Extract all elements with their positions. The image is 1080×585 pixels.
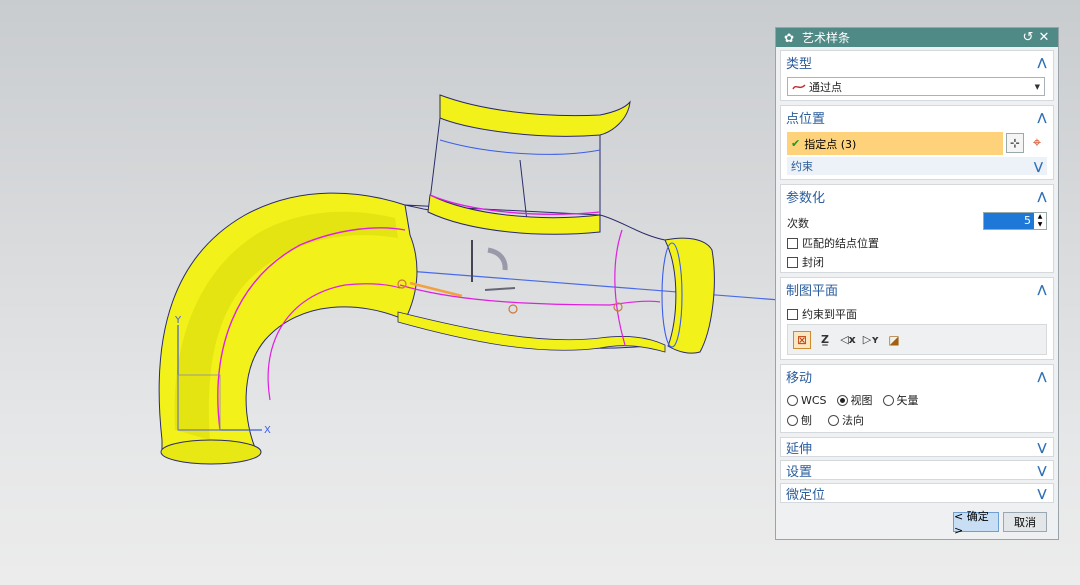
plane-label: 刨 <box>801 414 812 427</box>
type-section-label: 类型 <box>786 56 813 72</box>
plane-radio[interactable] <box>787 414 798 426</box>
handle-rotate <box>487 247 508 271</box>
point-position-section: 点位置 ⋀ ✔ 指定点 (3) ⊹ ⌖ 约束 ⋁ <box>780 105 1054 180</box>
chevron-down-icon[interactable]: ⋁ <box>1034 160 1043 173</box>
dialog-title: 艺术样条 <box>802 31 851 45</box>
constrain-plane-checkbox[interactable] <box>787 308 798 320</box>
reset-icon[interactable]: ↺ <box>1020 30 1036 45</box>
dialog-title-bar[interactable]: ✿ 艺术样条 ↺ ✕ <box>776 28 1058 47</box>
point-inferred-icon[interactable]: ⌖ <box>1027 133 1047 153</box>
point-position-label: 点位置 <box>786 111 826 127</box>
settings-section[interactable]: 设置 ⋁ <box>780 460 1054 480</box>
fine-position-section[interactable]: 微定位 ⋁ <box>780 483 1054 503</box>
constrain-plane-row[interactable]: 约束到平面 <box>787 306 857 322</box>
normal-radio[interactable] <box>828 414 839 426</box>
yz-plane-icon[interactable]: ◁x <box>839 331 857 349</box>
top-branch-curve <box>439 139 601 155</box>
parameterization-section: 参数化 ⋀ 次数 5 ▲ ▼ 匹配的结点位置 封闭 <box>780 184 1054 273</box>
spline-type-icon <box>792 83 806 89</box>
dropdown-arrow-icon: ▼ <box>1034 82 1040 91</box>
chevron-down-icon[interactable]: ⋁ <box>1035 487 1049 500</box>
type-select-value: 通过点 <box>809 80 842 94</box>
vector-radio[interactable] <box>882 394 894 406</box>
constraint-label: 约束 <box>791 160 813 173</box>
specify-point-label: 指定点 (3) <box>804 137 857 151</box>
degree-row: 次数 <box>787 215 809 231</box>
move-section: 移动 ⋀ WCS 视图 矢量 刨 法向 <box>780 364 1054 433</box>
chevron-up-icon[interactable]: ⋀ <box>1035 190 1049 203</box>
right-flange <box>664 237 715 354</box>
drawing-plane-section: 制图平面 ⋀ 约束到平面 ⊠ Z̲ ◁x ▷ʏ ◪ <box>780 277 1054 360</box>
degree-input[interactable]: 5 <box>984 213 1034 229</box>
xz-plane-icon[interactable]: ▷ʏ <box>862 331 880 349</box>
wcs-radio[interactable] <box>787 394 798 406</box>
move-options-row-1: WCS 视图 矢量 <box>787 392 929 408</box>
chevron-down-icon[interactable]: ⋁ <box>1035 441 1049 454</box>
settings-label: 设置 <box>786 465 813 480</box>
extend-label: 延伸 <box>786 442 813 457</box>
view-plane-icon[interactable]: ⊠ <box>793 330 811 349</box>
view-label: 视图 <box>850 394 873 407</box>
xy-plane-icon[interactable]: Z̲ <box>816 331 834 349</box>
wcs-label: WCS <box>801 393 827 407</box>
constrain-plane-label: 约束到平面 <box>802 308 857 321</box>
close-icon[interactable]: ✕ <box>1036 30 1052 45</box>
chevron-up-icon[interactable]: ⋀ <box>1035 111 1049 124</box>
type-section: 类型 ⋀ 通过点 ▼ <box>780 50 1054 101</box>
specified-plane-icon[interactable]: ◪ <box>885 331 903 349</box>
closed-checkbox[interactable] <box>787 256 798 268</box>
drawing-plane-label: 制图平面 <box>786 283 839 299</box>
constraint-row[interactable]: 约束 ⋁ <box>787 157 1047 175</box>
wcs-y-label: Y <box>174 315 182 326</box>
vector-label: 矢量 <box>896 394 919 407</box>
extend-header[interactable]: 延伸 ⋁ <box>781 438 1053 457</box>
closed-row[interactable]: 封闭 <box>787 254 824 270</box>
view-radio[interactable] <box>836 394 848 406</box>
type-section-header[interactable]: 类型 ⋀ <box>781 51 1053 73</box>
chevron-down-icon[interactable]: ⋁ <box>1035 464 1049 477</box>
match-knots-label: 匹配的结点位置 <box>802 237 879 250</box>
match-knots-row[interactable]: 匹配的结点位置 <box>787 235 879 251</box>
top-branch-rim <box>439 94 631 137</box>
gear-icon: ✿ <box>783 30 795 45</box>
plane-icon-bar: ⊠ Z̲ ◁x ▷ʏ ◪ <box>787 324 1047 355</box>
move-label: 移动 <box>786 370 813 386</box>
fine-position-label: 微定位 <box>786 488 826 503</box>
chevron-up-icon[interactable]: ⋀ <box>1035 283 1049 296</box>
elbow-end-rim <box>160 439 262 465</box>
drawing-plane-header[interactable]: 制图平面 ⋀ <box>781 278 1053 300</box>
specify-point-row[interactable]: ✔ 指定点 (3) <box>787 132 1003 155</box>
chevron-up-icon[interactable]: ⋀ <box>1035 56 1049 69</box>
spline-point-2[interactable] <box>508 304 518 314</box>
cancel-button[interactable]: 取消 <box>1003 512 1047 532</box>
spinner-arrows-icon[interactable]: ▲ ▼ <box>1034 213 1046 229</box>
art-spline-dialog: ✿ 艺术样条 ↺ ✕ 类型 ⋀ 通过点 ▼ 点位置 ⋀ ✔ 指定点 (3) ⊹ … <box>775 27 1059 540</box>
settings-header[interactable]: 设置 ⋁ <box>781 461 1053 480</box>
degree-spinner[interactable]: 5 ▲ ▼ <box>983 212 1047 230</box>
wcs-x-label: X <box>264 425 271 436</box>
check-icon: ✔ <box>791 137 801 150</box>
point-position-header[interactable]: 点位置 ⋀ <box>781 106 1053 128</box>
extend-section[interactable]: 延伸 ⋁ <box>780 437 1054 457</box>
move-options-row-2: 刨 法向 <box>787 412 874 428</box>
fine-position-header[interactable]: 微定位 ⋁ <box>781 484 1053 503</box>
closed-label: 封闭 <box>802 256 824 269</box>
top-branch-base <box>427 194 601 235</box>
move-header[interactable]: 移动 ⋀ <box>781 365 1053 387</box>
degree-label: 次数 <box>787 217 809 230</box>
parameterization-label: 参数化 <box>786 190 826 206</box>
parameterization-header[interactable]: 参数化 ⋀ <box>781 185 1053 207</box>
type-select[interactable]: 通过点 ▼ <box>787 77 1045 96</box>
chevron-up-icon[interactable]: ⋀ <box>1035 370 1049 383</box>
match-knots-checkbox[interactable] <box>787 237 798 249</box>
handle-x-arrow <box>484 287 516 291</box>
ok-button[interactable]: < 确定 > <box>953 510 999 537</box>
tee-bottom-band <box>397 311 666 353</box>
point-dialog-button[interactable]: ⊹ <box>1006 133 1024 153</box>
normal-label: 法向 <box>842 414 864 427</box>
